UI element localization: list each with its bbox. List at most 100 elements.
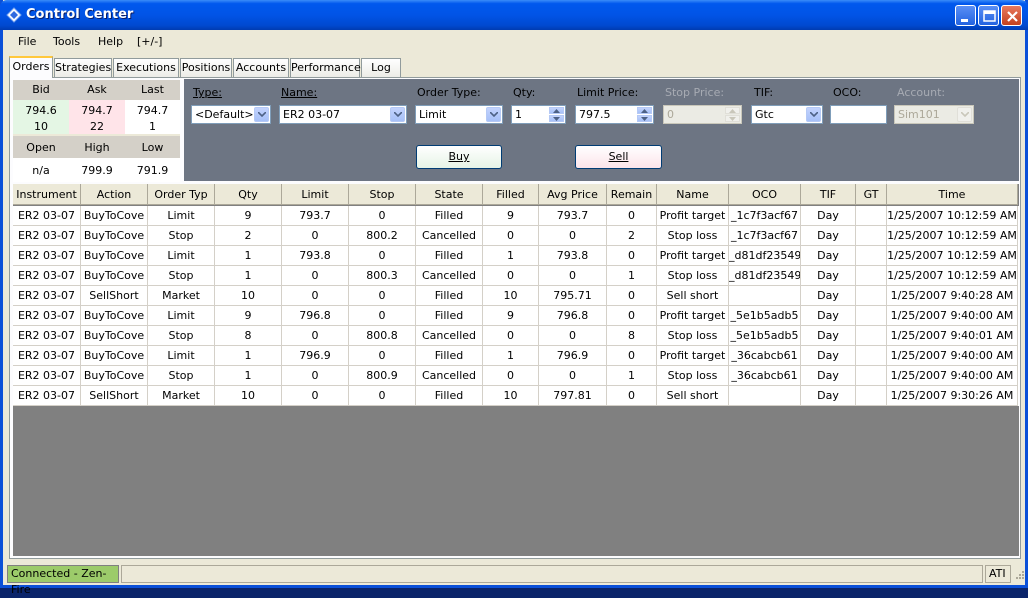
menu-help[interactable]: Help bbox=[98, 35, 123, 48]
qty-stepper[interactable]: 1 bbox=[511, 105, 566, 124]
menu-tools[interactable]: Tools bbox=[53, 35, 80, 48]
tif-select[interactable]: Gtc bbox=[751, 105, 823, 124]
cell-time: 1/25/2007 9:40:00 AM bbox=[887, 306, 1018, 326]
column-header-name[interactable]: Name bbox=[657, 184, 729, 205]
type-select[interactable]: <Default> bbox=[191, 105, 271, 124]
account-label: Account: bbox=[897, 86, 946, 99]
name-select[interactable]: ER2 03-07 bbox=[279, 105, 407, 124]
column-header-qty[interactable]: Qty bbox=[215, 184, 282, 205]
cell-qty: 10 bbox=[215, 286, 282, 306]
spin-down-icon[interactable] bbox=[549, 115, 564, 122]
cell-time: 1/25/2007 10:12:59 AM bbox=[887, 226, 1018, 246]
tab-log[interactable]: Log bbox=[361, 58, 401, 78]
chevron-down-icon[interactable] bbox=[254, 107, 269, 122]
column-header-gt[interactable]: GT bbox=[856, 184, 887, 205]
cell-remain: 0 bbox=[607, 306, 657, 326]
cell-order-type: Market bbox=[148, 286, 215, 306]
cell-stop: 800.8 bbox=[349, 326, 416, 346]
cell-qty: 8 bbox=[215, 326, 282, 346]
orders-grid[interactable]: Instrument Action Order Typ Qty Limit Stop Sta… bbox=[13, 184, 1019, 556]
limit-spin-buttons[interactable] bbox=[637, 107, 652, 122]
table-row[interactable]: ER2 03-07 SellShort Market 10 0 0 Filled 10 795.… bbox=[13, 286, 1019, 306]
column-header-action[interactable]: Action bbox=[81, 184, 148, 205]
app-diamond-icon bbox=[6, 7, 22, 23]
buy-button[interactable]: Buy bbox=[416, 145, 502, 169]
cell-avg-price: 793.8 bbox=[539, 246, 607, 266]
status-bar: Connected - Zen-Fire ATI bbox=[3, 563, 1025, 596]
control-center-window: Control Center File Tools Help [+/-] Ord… bbox=[0, 0, 1028, 596]
stop-spin-buttons bbox=[725, 107, 740, 122]
cell-order-type: Stop bbox=[148, 326, 215, 346]
resize-grip-icon[interactable] bbox=[1013, 570, 1025, 582]
sell-button[interactable]: Sell bbox=[575, 145, 662, 169]
chevron-down-icon[interactable] bbox=[390, 107, 405, 122]
table-row[interactable]: ER2 03-07 BuyToCove Limit 1 796.9 0 Filled 1 796… bbox=[13, 346, 1019, 366]
cell-remain: 1 bbox=[607, 266, 657, 286]
cell-state: Filled bbox=[416, 306, 483, 326]
cell-action: SellShort bbox=[81, 286, 148, 306]
spin-up-icon[interactable] bbox=[549, 107, 564, 114]
table-row[interactable]: ER2 03-07 BuyToCove Stop 1 0 800.3 Cancelled 0 0… bbox=[13, 266, 1019, 286]
table-row[interactable]: ER2 03-07 BuyToCove Limit 9 793.7 0 Filled 9 793… bbox=[13, 206, 1019, 226]
cell-order-type: Market bbox=[148, 386, 215, 406]
cell-stop: 0 bbox=[349, 306, 416, 326]
last-size: 1 bbox=[149, 120, 156, 133]
tab-accounts[interactable]: Accounts bbox=[233, 58, 289, 78]
cell-gt bbox=[856, 386, 887, 406]
table-row[interactable]: ER2 03-07 BuyToCove Limit 9 796.8 0 Filled 9 796… bbox=[13, 306, 1019, 326]
cell-tif: Day bbox=[801, 306, 856, 326]
cell-gt bbox=[856, 346, 887, 366]
column-header-filled[interactable]: Filled bbox=[483, 184, 539, 205]
tab-strategies[interactable]: Strategies bbox=[54, 58, 112, 78]
cell-order-type: Limit bbox=[148, 306, 215, 326]
table-row[interactable]: ER2 03-07 BuyToCove Stop 8 0 800.8 Cancelled 0 0… bbox=[13, 326, 1019, 346]
column-header-avg-price[interactable]: Avg Price bbox=[539, 184, 607, 205]
order-type-select[interactable]: Limit bbox=[415, 105, 503, 124]
column-header-instrument[interactable]: Instrument bbox=[13, 184, 81, 205]
table-row[interactable]: ER2 03-07 BuyToCove Stop 2 0 800.2 Cancelled 0 0… bbox=[13, 226, 1019, 246]
table-row[interactable]: ER2 03-07 BuyToCove Limit 1 793.8 0 Filled 1 793… bbox=[13, 246, 1019, 266]
table-row[interactable]: ER2 03-07 SellShort Market 10 0 0 Filled 10 797.… bbox=[13, 386, 1019, 406]
cell-filled: 9 bbox=[483, 306, 539, 326]
tab-performance[interactable]: Performance bbox=[290, 58, 361, 78]
title-bar[interactable]: Control Center bbox=[0, 0, 1028, 30]
cell-qty: 1 bbox=[215, 246, 282, 266]
cell-limit: 0 bbox=[282, 326, 349, 346]
cell-time: 1/25/2007 9:40:28 AM bbox=[887, 286, 1018, 306]
column-header-time[interactable]: Time bbox=[887, 184, 1018, 205]
cell-name: Profit target bbox=[657, 246, 729, 266]
spin-down-icon bbox=[725, 115, 740, 122]
spin-up-icon[interactable] bbox=[637, 107, 652, 114]
column-header-tif[interactable]: TIF bbox=[801, 184, 856, 205]
bid-size: 10 bbox=[34, 120, 48, 133]
menu-file[interactable]: File bbox=[18, 35, 36, 48]
table-row[interactable]: ER2 03-07 BuyToCove Stop 1 0 800.9 Cancelled 0 0… bbox=[13, 366, 1019, 386]
order-type-label: Order Type: bbox=[417, 86, 481, 99]
column-header-state[interactable]: State bbox=[416, 184, 483, 205]
column-header-remain[interactable]: Remain bbox=[607, 184, 657, 205]
cell-limit: 796.8 bbox=[282, 306, 349, 326]
close-button[interactable] bbox=[1001, 5, 1022, 26]
chevron-down-icon[interactable] bbox=[806, 107, 821, 122]
limit-price-stepper[interactable]: 797.5 bbox=[575, 105, 654, 124]
minimize-button[interactable] bbox=[955, 5, 976, 26]
status-message-area bbox=[121, 565, 983, 583]
column-header-oco[interactable]: OCO bbox=[729, 184, 801, 205]
cell-oco bbox=[729, 286, 801, 306]
cell-oco: _1c7f3acf67 bbox=[729, 226, 801, 246]
column-header-order-type[interactable]: Order Typ bbox=[148, 184, 215, 205]
cell-gt bbox=[856, 306, 887, 326]
column-header-stop[interactable]: Stop bbox=[349, 184, 416, 205]
cell-avg-price: 797.81 bbox=[539, 386, 607, 406]
chevron-down-icon[interactable] bbox=[486, 107, 501, 122]
qty-spin-buttons[interactable] bbox=[549, 107, 564, 122]
oco-input[interactable] bbox=[830, 105, 887, 124]
column-header-limit[interactable]: Limit bbox=[282, 184, 349, 205]
tab-positions[interactable]: Positions bbox=[180, 58, 232, 78]
maximize-button[interactable] bbox=[978, 5, 999, 26]
spin-down-icon[interactable] bbox=[637, 115, 652, 122]
cell-oco bbox=[729, 386, 801, 406]
tab-orders[interactable]: Orders bbox=[9, 56, 53, 78]
menu-toggle[interactable]: [+/-] bbox=[137, 35, 162, 48]
tab-executions[interactable]: Executions bbox=[113, 58, 179, 78]
